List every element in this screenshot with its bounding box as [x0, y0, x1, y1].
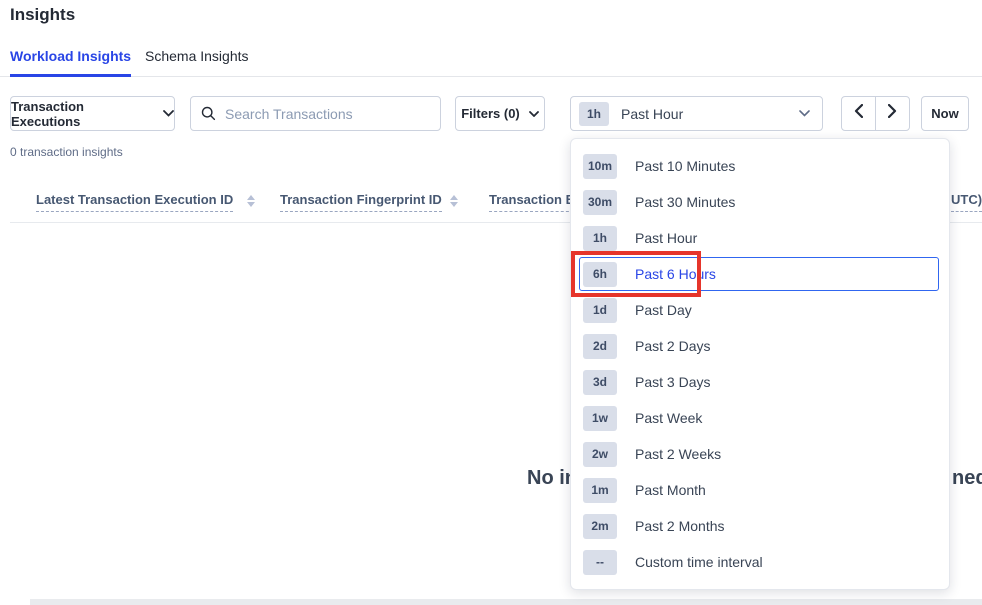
time-option-label: Past 6 Hours [635, 266, 716, 282]
time-option-badge: 2w [583, 442, 617, 467]
time-option-past-30-minutes[interactable]: 30m Past 30 Minutes [571, 184, 949, 220]
time-option-past-hour[interactable]: 1h Past Hour [571, 220, 949, 256]
time-interval-dropdown: 10m Past 10 Minutes 30m Past 30 Minutes … [570, 138, 950, 590]
time-option-custom-time-interval[interactable]: -- Custom time interval [571, 544, 949, 580]
search-input[interactable] [225, 106, 430, 122]
time-option-past-day[interactable]: 1d Past Day [571, 292, 949, 328]
time-option-badge: 6h [583, 262, 617, 287]
time-option-label: Past 3 Days [635, 374, 710, 390]
column-header-transaction-execution[interactable]: Transaction E [489, 192, 574, 212]
sort-icon[interactable] [247, 195, 255, 207]
time-option-label: Past 10 Minutes [635, 158, 735, 174]
time-option-label: Past 2 Months [635, 518, 725, 534]
column-header-utc[interactable]: UTC) [951, 192, 982, 212]
column-header-transaction-fingerprint-id[interactable]: Transaction Fingerprint ID [280, 192, 442, 212]
time-option-label: Custom time interval [635, 554, 763, 570]
search-icon [201, 106, 216, 121]
tab-schema-insights[interactable]: Schema Insights [145, 48, 249, 77]
previous-interval-button[interactable] [841, 96, 876, 131]
filters-button[interactable]: Filters (0) [455, 96, 545, 131]
time-option-past-month[interactable]: 1m Past Month [571, 472, 949, 508]
time-option-past-week[interactable]: 1w Past Week [571, 400, 949, 436]
time-option-label: Past Month [635, 482, 706, 498]
transaction-type-label: Transaction Executions [11, 99, 154, 129]
time-option-badge: -- [583, 550, 617, 575]
time-nav-group [841, 96, 910, 131]
time-option-past-10-minutes[interactable]: 10m Past 10 Minutes [571, 148, 949, 184]
chevron-left-icon [854, 104, 863, 123]
search-box [190, 96, 441, 131]
time-interval-badge: 1h [579, 102, 609, 126]
filters-label: Filters (0) [461, 106, 520, 121]
tab-workload-insights[interactable]: Workload Insights [10, 48, 131, 77]
time-option-past-3-days[interactable]: 3d Past 3 Days [571, 364, 949, 400]
time-option-label: Past Week [635, 410, 702, 426]
time-option-past-6-hours[interactable]: 6h Past 6 Hours [579, 257, 939, 291]
time-option-past-2-days[interactable]: 2d Past 2 Days [571, 328, 949, 364]
time-option-label: Past 2 Days [635, 338, 710, 354]
time-option-badge: 1m [583, 478, 617, 503]
time-option-label: Past 30 Minutes [635, 194, 735, 210]
time-option-label: Past Hour [635, 230, 697, 246]
chevron-down-icon [529, 111, 539, 117]
time-interval-select[interactable]: 1h Past Hour [570, 96, 823, 131]
time-option-badge: 2d [583, 334, 617, 359]
time-option-badge: 1d [583, 298, 617, 323]
chevron-down-icon [799, 110, 810, 117]
time-option-badge: 1h [583, 226, 617, 251]
insights-count: 0 transaction insights [10, 145, 123, 159]
time-option-past-2-months[interactable]: 2m Past 2 Months [571, 508, 949, 544]
tab-bar: Workload Insights Schema Insights [0, 44, 982, 77]
chevron-down-icon [163, 110, 174, 117]
page-bottom-strip [30, 599, 982, 605]
chevron-right-icon [888, 104, 897, 123]
time-option-label: Past Day [635, 302, 692, 318]
next-interval-button[interactable] [875, 96, 910, 131]
time-option-badge: 10m [583, 154, 617, 179]
time-option-label: Past 2 Weeks [635, 446, 721, 462]
empty-state-text-fragment: ned. [952, 467, 982, 490]
column-header-latest-transaction-execution-id[interactable]: Latest Transaction Execution ID [36, 192, 233, 212]
time-option-past-2-weeks[interactable]: 2w Past 2 Weeks [571, 436, 949, 472]
time-option-badge: 30m [583, 190, 617, 215]
time-option-badge: 2m [583, 514, 617, 539]
time-interval-label: Past Hour [621, 106, 683, 122]
now-button[interactable]: Now [921, 96, 969, 131]
transaction-type-select[interactable]: Transaction Executions [10, 96, 175, 131]
time-option-badge: 1w [583, 406, 617, 431]
page-title: Insights [10, 5, 75, 25]
time-option-badge: 3d [583, 370, 617, 395]
sort-icon[interactable] [450, 195, 458, 207]
